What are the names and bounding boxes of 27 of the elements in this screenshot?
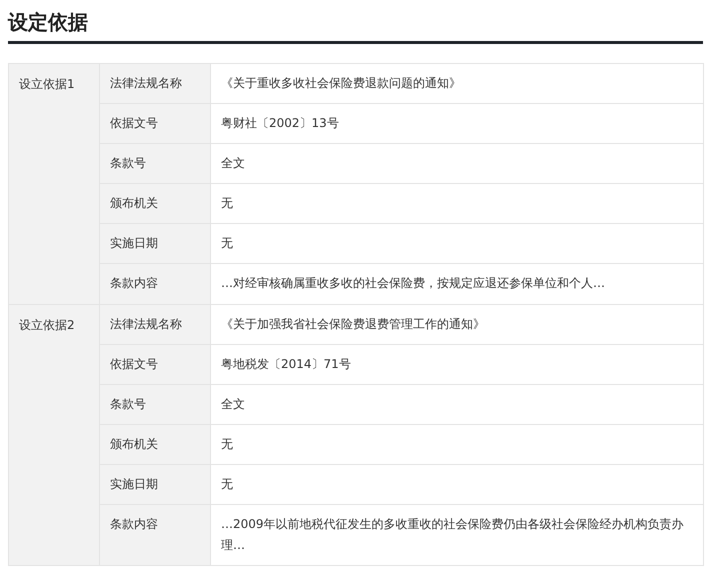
group-label: 设立依据1 xyxy=(8,64,100,304)
field-label: 颁布机关 xyxy=(100,184,210,224)
section-title: 设定依据 xyxy=(8,9,88,36)
field-value: 无 xyxy=(210,424,704,464)
field-label: 条款号 xyxy=(100,384,210,424)
field-value: 粤地税发〔2014〕71号 xyxy=(210,344,704,384)
field-value: 无 xyxy=(210,184,704,224)
field-value: 全文 xyxy=(210,144,704,184)
field-value: 无 xyxy=(210,224,704,264)
field-value: 《关于加强我省社会保险费退费管理工作的通知》 xyxy=(210,304,704,344)
field-value: …2009年以前地税代征发生的多收重收的社会保险费仍由各级社会保险经办机构负责办理… xyxy=(210,504,704,566)
field-label: 法律法规名称 xyxy=(100,64,210,104)
field-label: 条款内容 xyxy=(100,504,210,566)
field-label: 依据文号 xyxy=(100,344,210,384)
field-label: 条款内容 xyxy=(100,264,210,304)
field-value: …对经审核确属重收多收的社会保险费，按规定应退还参保单位和个人… xyxy=(210,264,704,304)
group-label: 设立依据2 xyxy=(8,304,100,566)
field-label: 实施日期 xyxy=(100,224,210,264)
field-value: 粤财社〔2002〕13号 xyxy=(210,104,704,144)
field-value: 无 xyxy=(210,464,704,504)
field-label: 条款号 xyxy=(100,144,210,184)
field-value: 《关于重收多收社会保险费退款问题的通知》 xyxy=(210,64,704,104)
field-label: 实施日期 xyxy=(100,464,210,504)
field-label: 法律法规名称 xyxy=(100,304,210,344)
field-label: 颁布机关 xyxy=(100,424,210,464)
field-label: 依据文号 xyxy=(100,104,210,144)
field-value: 全文 xyxy=(210,384,704,424)
